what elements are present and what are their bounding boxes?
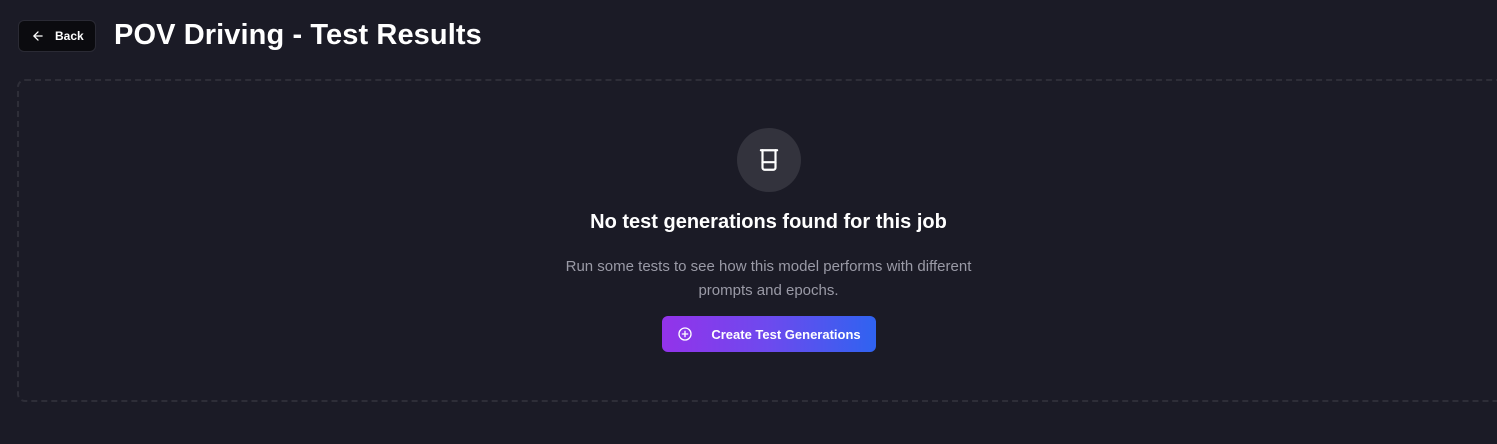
back-button-label: Back [55, 28, 84, 43]
empty-state-title: No test generations found for this job [590, 211, 947, 233]
empty-state-icon-circle [737, 128, 801, 192]
empty-state-description-line-1: Run some tests to see how this model per… [565, 258, 972, 275]
page-header: Back POV Driving - Test Results [18, 19, 482, 52]
back-button[interactable]: Back [18, 19, 96, 52]
page-title: POV Driving - Test Results [114, 19, 482, 51]
test-results-page: Back POV Driving - Test Results No test … [0, 0, 1497, 444]
create-test-generations-button[interactable]: Create Test Generations [662, 316, 876, 352]
create-button-label: Create Test Generations [711, 326, 861, 342]
empty-state-description: Run some tests to see how this model per… [0, 255, 1497, 303]
beaker-icon [756, 147, 782, 173]
arrow-left-icon [31, 29, 45, 43]
empty-state-panel [17, 79, 1497, 402]
plus-circle-icon [677, 326, 693, 342]
empty-state-description-line-2: prompts and epochs. [698, 282, 839, 299]
